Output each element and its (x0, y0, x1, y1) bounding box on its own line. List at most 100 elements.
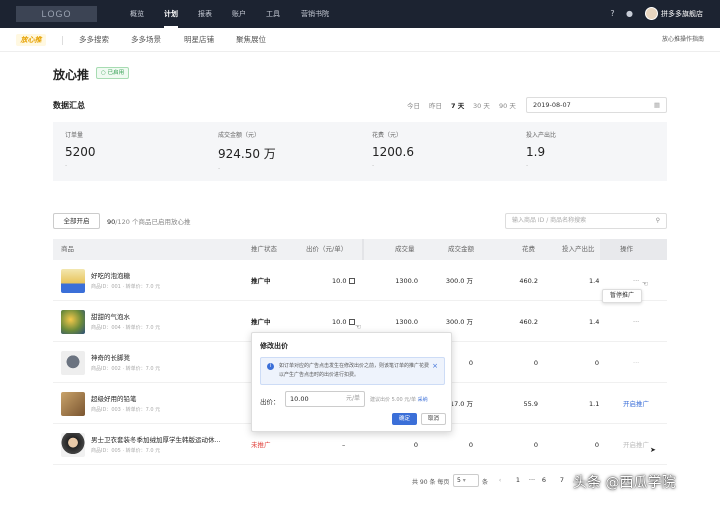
range-7d[interactable]: 7 天 (451, 100, 464, 110)
cost-cell: 55.9 (523, 400, 538, 408)
page-7[interactable]: 7 (557, 474, 567, 487)
amount-cell: 300.0 万 (445, 277, 473, 285)
confirm-button[interactable]: 确定 (392, 413, 417, 425)
stats-panel: 订单量 5200 - 成交金额（元） 924.50 万 - 花费（元） 1200… (53, 122, 667, 181)
status-badge: ○ 已启用 (96, 67, 130, 79)
roi-cell: 1.4 (589, 318, 600, 326)
promo-status: 推广中 (251, 277, 271, 285)
product-name[interactable]: 好吃的泡泡糖 (91, 270, 130, 280)
nav-academy[interactable]: 营销书院 (301, 0, 329, 28)
help-icon[interactable]: ? (608, 9, 617, 18)
nav-tools[interactable]: 工具 (266, 0, 280, 28)
subtab-search[interactable]: 多多搜索 (79, 28, 109, 52)
product-name[interactable]: 甜甜的气泡水 (91, 311, 130, 321)
start-promo-button[interactable]: 开启推广 (623, 384, 649, 424)
page-size-select[interactable]: 5 ▾ (453, 474, 479, 487)
cost-cell: 0 (533, 441, 538, 449)
page-1[interactable]: 1 (513, 474, 523, 487)
info-alert: i 如订单对应的广告点击发生在修改出价之前，则该笔订单的推广花费以产生广告点击时… (260, 357, 445, 385)
more-actions-button[interactable]: ··· (633, 343, 639, 383)
pause-promo-tooltip[interactable]: 暂停推广 (602, 289, 642, 303)
price-label: 出价： (260, 398, 280, 406)
adopt-link[interactable]: 采纳 (418, 397, 428, 403)
range-today[interactable]: 今日 (407, 100, 420, 110)
product-thumbnail (61, 433, 85, 457)
roi-cell: 1.4 (589, 277, 600, 285)
product-meta: 商品ID：001 · 转单价：7.0 元 (91, 284, 161, 290)
cost-cell: 0 (533, 359, 538, 367)
col-product: 商品 (61, 245, 74, 253)
date-picker[interactable]: 2019-08-07 ▦ (526, 97, 667, 113)
edit-bid-popover: 修改出价 i 如订单对应的广告点击发生在修改出价之前，则该笔订单的推广花费以产生… (251, 332, 452, 432)
page-ellipsis[interactable]: ··· (527, 474, 537, 487)
pager-total: 共 90 条 每页 (412, 479, 450, 486)
nav-plan[interactable]: 计划 (164, 0, 178, 28)
arrow-cursor-icon: ➤ (650, 446, 656, 454)
product-thumbnail (61, 351, 85, 375)
shop-name[interactable]: 拼多多旗舰店 (661, 0, 703, 28)
enabled-count: 90/120 个商品已启用放心推 (107, 218, 191, 226)
col-op: 操作 (620, 245, 633, 253)
prev-page-button[interactable]: ‹ (495, 474, 505, 487)
cost-cell: 460.2 (519, 318, 538, 326)
product-name[interactable]: 男士卫衣套装冬季加绒加厚学生韩版运动休... (91, 434, 221, 444)
roi-cell: 1.1 (589, 400, 600, 408)
range-90d[interactable]: 90 天 (499, 100, 516, 110)
product-name[interactable]: 超级好用的铅笔 (91, 393, 137, 403)
stat-cost: 花费（元） 1200.6 - (372, 132, 414, 169)
col-volume: 成交量 (395, 245, 415, 253)
date-value: 2019-08-07 (533, 101, 571, 109)
close-icon[interactable]: × (432, 362, 438, 370)
avatar[interactable] (645, 7, 658, 20)
calendar-icon: ▦ (653, 101, 660, 109)
search-icon[interactable]: ⚲ (656, 214, 660, 228)
nav-overview[interactable]: 概览 (130, 0, 144, 28)
bid-cell: 10.0 (332, 261, 356, 301)
guide-link[interactable]: 放心推操作指南 (662, 28, 704, 52)
product-meta: 商品ID：004 · 转单价：7.0 元 (91, 325, 161, 331)
range-yesterday[interactable]: 昨日 (429, 100, 442, 110)
info-text: 如订单对应的广告点击发生在修改出价之前，则该笔订单的推广花费以产生广告点击时的出… (279, 363, 430, 378)
watermark: 头条 @西瓜学院 (573, 475, 676, 491)
product-meta: 商品ID：002 · 转单价：7.0 元 (91, 366, 161, 372)
cost-cell: 460.2 (519, 277, 538, 285)
page-title: 放心推 (53, 68, 90, 82)
col-bid: 出价（元/单） (306, 245, 348, 253)
pager-per: 条 (482, 479, 489, 486)
pointer-cursor-icon: ☜ (355, 323, 362, 331)
col-roi: 投入产出比 (562, 245, 595, 253)
page-6[interactable]: 6 (539, 474, 549, 487)
table-row: 好吃的泡泡糖 商品ID：001 · 转单价：7.0 元 推广中 10.0 130… (53, 261, 667, 301)
nav-account[interactable]: 账户 (232, 0, 246, 28)
nav-report[interactable]: 报表 (198, 0, 212, 28)
bell-icon[interactable]: ● (625, 9, 634, 18)
pointer-cursor-icon: ☜ (642, 280, 649, 288)
enable-all-button[interactable]: 全部开启 (53, 213, 100, 229)
volume-cell: 1300.0 (395, 277, 418, 285)
stat-roi: 投入产出比 1.9 - (526, 132, 557, 169)
table-header: 商品 推广状态 出价（元/单） 成交量 成交金额 花费 投入产出比 (53, 239, 667, 260)
edit-icon[interactable] (349, 278, 356, 284)
more-actions-button[interactable]: ··· (633, 302, 639, 342)
search-input[interactable]: 输入商品 ID / 商品名称搜索 ⚲ (505, 213, 667, 229)
product-thumbnail (61, 269, 85, 293)
info-icon: i (267, 363, 274, 370)
subtab-focus-booth[interactable]: 聚焦展位 (236, 28, 266, 52)
col-cost: 花费 (522, 245, 535, 253)
start-promo-button[interactable]: 开启推广 (623, 425, 649, 465)
product-meta: 商品ID：003 · 转单价：7.0 元 (91, 407, 161, 413)
range-30d[interactable]: 30 天 (473, 100, 490, 110)
cancel-button[interactable]: 取消 (421, 413, 446, 425)
subtab-scene[interactable]: 多多场景 (131, 28, 161, 52)
roi-cell: 0 (594, 359, 599, 367)
suggested-bid: 建议出价 5.00 元/单 采纳 (370, 397, 428, 403)
summary-title: 数据汇总 (53, 101, 85, 110)
bid-input[interactable]: 10.00 元/单 (285, 391, 365, 407)
column-divider (362, 239, 364, 260)
product-name[interactable]: 神奇的长脚凳 (91, 352, 130, 362)
product-meta: 商品ID：005 · 转单价：7.0 元 (91, 448, 161, 454)
logo: LOGO (16, 6, 97, 22)
col-op-bg: 操作 (600, 239, 667, 260)
subtab-star-shop[interactable]: 明星店铺 (184, 28, 214, 52)
divider (62, 36, 63, 45)
